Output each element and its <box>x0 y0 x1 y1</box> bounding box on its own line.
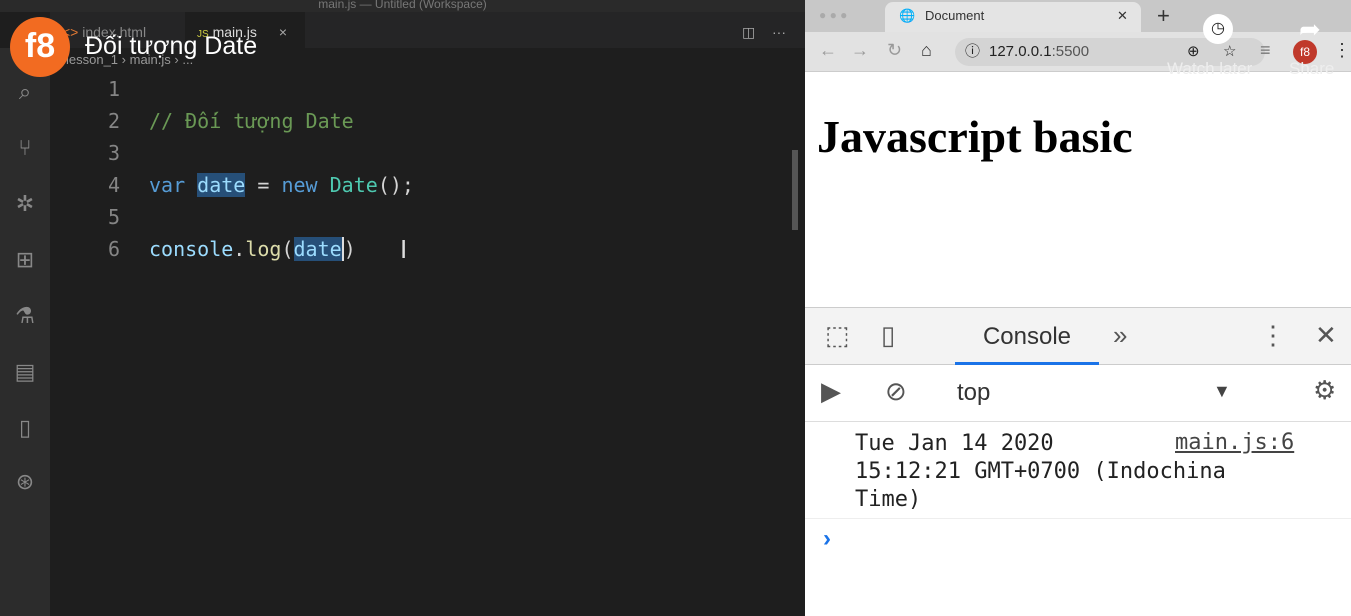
inspect-element-icon[interactable]: ⬚ <box>825 320 850 351</box>
chevron-down-icon[interactable]: ▼ <box>1213 381 1231 402</box>
line-number: 5 <box>107 205 120 229</box>
variable: date <box>197 173 246 197</box>
tab-console[interactable]: Console <box>955 308 1099 365</box>
source-control-icon[interactable]: ⑂ <box>11 134 39 162</box>
home-icon[interactable]: ⌂ <box>921 40 932 61</box>
punctuation: (); <box>377 173 414 197</box>
scrollbar[interactable] <box>792 150 798 230</box>
clear-console-icon[interactable]: ⊘ <box>885 376 907 407</box>
settings-gear-icon[interactable]: ⚙ <box>1313 375 1336 406</box>
window-title: main.js — Untitled (Workspace) <box>0 0 805 12</box>
extensions-icon[interactable]: ⊞ <box>11 246 39 274</box>
console-prompt[interactable]: › <box>805 518 1351 616</box>
class-name: Date <box>329 173 378 197</box>
clock-icon[interactable]: ◷ <box>1203 14 1233 44</box>
menu-icon[interactable]: ⋮ <box>1333 40 1351 61</box>
line-number: 3 <box>107 141 120 165</box>
channel-logo[interactable]: f8 <box>10 17 70 77</box>
line-number: 1 <box>107 77 120 101</box>
sidebar-toggle-icon[interactable]: ▶ <box>821 376 841 407</box>
device-toolbar-icon[interactable]: ▯ <box>881 320 895 351</box>
more-icon[interactable]: ··· <box>760 12 786 48</box>
info-icon: ⓘ <box>965 43 981 60</box>
docker-icon[interactable]: ▤ <box>11 358 39 386</box>
keyword: var <box>149 173 186 197</box>
forward-icon[interactable]: → <box>851 40 869 61</box>
url-port: :5500 <box>1051 43 1090 60</box>
browser-tab[interactable]: 🌐 Document ✕ <box>885 2 1141 32</box>
split-editor-icon[interactable]: ◫ <box>730 12 755 48</box>
git-graph-icon[interactable]: ⊛ <box>11 468 39 496</box>
console-filter-bar: ▶ ⊘ top ▼ ⚙ <box>805 365 1351 422</box>
devtools-toolbar: ⬚ ▯ Console » ⋮ ✕ <box>805 307 1351 365</box>
close-icon[interactable]: × <box>279 24 287 40</box>
punctuation: . <box>233 237 246 261</box>
share-icon[interactable]: ➦ <box>1299 14 1321 45</box>
line-number: 4 <box>107 173 120 197</box>
video-title[interactable]: Đối tượng Date <box>85 32 257 61</box>
line-number: 2 <box>107 109 120 133</box>
reload-icon[interactable]: ↻ <box>887 40 902 61</box>
url-host: 127.0.0.1 <box>989 43 1052 60</box>
debug-icon[interactable]: ✲ <box>11 190 39 218</box>
function: log <box>245 237 282 261</box>
close-devtools-icon[interactable]: ✕ <box>1315 320 1337 351</box>
browser-window: ● ● ● 🌐 Document ✕ + ← → ↻ ⌂ ⓘ 127.0.0.1:55… <box>805 0 1351 616</box>
globe-icon: 🌐 <box>899 8 916 23</box>
browser-tab-bar: ● ● ● 🌐 Document ✕ + <box>805 0 1351 32</box>
code-line-comment[interactable]: // Đối tượng Date <box>149 109 354 133</box>
watch-later-label[interactable]: Watch later <box>1167 59 1252 79</box>
code-line-declaration[interactable]: var date = new Date(); <box>149 173 414 197</box>
search-icon[interactable]: ⌕ <box>11 78 39 106</box>
punctuation: ( <box>281 237 294 261</box>
punctuation: ) <box>343 237 356 261</box>
more-tabs-icon[interactable]: » <box>1113 320 1127 351</box>
argument: date <box>293 237 344 261</box>
share-label[interactable]: Share <box>1289 59 1334 79</box>
back-icon[interactable]: ← <box>819 40 837 61</box>
new-tab-icon[interactable]: + <box>1157 3 1170 29</box>
test-icon[interactable]: ⚗ <box>11 302 39 330</box>
text-cursor-icon: I <box>400 234 408 264</box>
context-select[interactable]: top <box>957 379 990 407</box>
log-source-link[interactable]: main.js:6 <box>1175 430 1294 455</box>
line-number: 6 <box>107 237 120 261</box>
prompt-chevron-icon: › <box>823 525 831 552</box>
operator: = <box>245 173 282 197</box>
object: console <box>149 237 234 261</box>
devtools-menu-icon[interactable]: ⋮ <box>1260 320 1286 351</box>
code-line-log[interactable]: console.log(date) <box>149 237 356 261</box>
close-tab-icon[interactable]: ✕ <box>1117 2 1128 30</box>
page-heading: Javascript basic <box>817 111 1133 162</box>
book-icon[interactable]: ▯ <box>11 414 39 442</box>
vscode-window: main.js — Untitled (Workspace) <> index.… <box>0 0 805 616</box>
playlist-icon[interactable]: ≡ <box>1260 40 1271 61</box>
keyword: new <box>281 173 318 197</box>
activity-bar: ⌕ ⑂ ✲ ⊞ ⚗ ▤ ▯ ⊛ <box>0 48 50 616</box>
window-controls[interactable]: ● ● ● <box>819 8 847 22</box>
console-log-message: Tue Jan 14 2020 15:12:21 GMT+0700 (Indoc… <box>855 431 1226 512</box>
address-bar-row: ← → ↻ ⌂ ⓘ 127.0.0.1:5500 ⊕ ☆ ≡ f8 ⋮ <box>805 32 1351 72</box>
tab-title: Document <box>925 8 985 23</box>
